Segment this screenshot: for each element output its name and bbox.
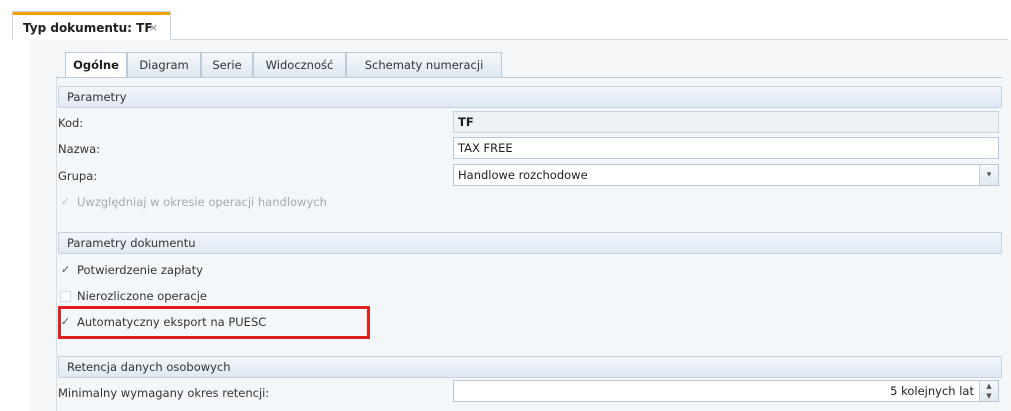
grupa-select[interactable]: Handlowe rozchodowe ▾	[453, 164, 999, 186]
group-header-parametry-dokumentu: Parametry dokumentu	[58, 232, 1002, 254]
group-header-retencja: Retencja danych osobowych	[58, 356, 1002, 378]
spin-up-icon[interactable]: ▲	[980, 381, 998, 391]
chevron-down-icon[interactable]: ▾	[979, 165, 998, 185]
tab-serie[interactable]: Serie	[201, 52, 253, 77]
tab-ogolne[interactable]: Ogólne	[65, 52, 127, 78]
document-tab[interactable]: Typ dokumentu: TF ×	[12, 11, 171, 40]
empty-checkbox-icon	[60, 290, 71, 302]
kod-label: Kod:	[58, 116, 84, 130]
tab-diagram[interactable]: Diagram	[127, 52, 201, 77]
document-tab-bar: Typ dokumentu: TF ×	[0, 0, 1011, 40]
document-tab-accent	[13, 12, 170, 15]
okres-retencji-stepper[interactable]: 5 kolejnych lat ▲ ▼	[453, 380, 999, 402]
nazwa-input[interactable]: TAX FREE	[453, 137, 999, 159]
uwzgledniaj-checkbox-row: ✓ Uwzględniaj w okresie operacji handlow…	[60, 195, 327, 209]
automatyczny-eksport-label: Automatyczny eksport na PUESC	[77, 315, 267, 329]
potwierdzenie-zaplaty-label: Potwierdzenie zapłaty	[77, 263, 203, 277]
automatyczny-eksport-checkbox[interactable]: ✓ Automatyczny eksport na PUESC	[60, 315, 266, 329]
group-header-parametry: Parametry	[58, 86, 1002, 108]
grupa-label: Grupa:	[58, 169, 98, 183]
checkmark-icon: ✓	[60, 314, 71, 328]
okres-retencji-label: Minimalny wymagany okres retencji:	[58, 386, 270, 400]
okres-retencji-value: 5 kolejnych lat	[890, 384, 974, 398]
nazwa-label: Nazwa:	[58, 142, 101, 156]
kod-field: TF	[453, 111, 999, 133]
close-icon[interactable]: ×	[149, 21, 158, 34]
potwierdzenie-zaplaty-checkbox[interactable]: ✓ Potwierdzenie zapłaty	[60, 263, 203, 277]
document-tab-title: Typ dokumentu: TF	[23, 21, 153, 35]
spin-buttons[interactable]: ▲ ▼	[979, 381, 998, 401]
nierozliczone-operacje-label: Nierozliczone operacje	[77, 289, 208, 303]
checkmark-icon: ✓	[60, 194, 71, 208]
uwzgledniaj-label: Uwzględniaj w okresie operacji handlowyc…	[77, 195, 327, 209]
tab-schematy-numeracji[interactable]: Schematy numeracji	[346, 52, 502, 77]
tab-widocznosc[interactable]: Widoczność	[253, 52, 346, 77]
checkmark-icon: ✓	[60, 262, 71, 276]
nierozliczone-operacje-checkbox[interactable]: Nierozliczone operacje	[60, 289, 207, 303]
grupa-select-value: Handlowe rozchodowe	[458, 168, 588, 182]
spin-down-icon[interactable]: ▼	[980, 391, 998, 401]
